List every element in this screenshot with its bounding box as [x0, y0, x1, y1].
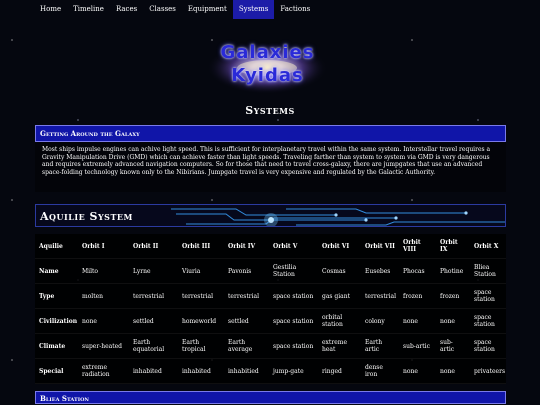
nav-classes[interactable]: Classes: [143, 0, 182, 19]
table-cell: gas giant: [318, 283, 361, 309]
column-header: Orbit II: [129, 234, 178, 259]
table-cell: inhabitied: [224, 358, 269, 384]
table-cell: Phocas: [399, 258, 436, 284]
column-header: Orbit VI: [318, 234, 361, 259]
logo-line-1: Galaxies: [220, 42, 315, 63]
table-cell: Lyrne: [129, 258, 178, 284]
table-cell: Milto: [78, 258, 129, 284]
table-cell: space station: [269, 333, 318, 359]
table-cell: Earth average: [224, 333, 269, 359]
table-cell: Earth equatorial: [129, 333, 178, 359]
row-header: Special: [35, 358, 78, 384]
aquilie-title: Aquilie System: [40, 210, 133, 223]
column-header: Orbit IX: [436, 234, 470, 259]
intro-heading: Getting Around the Galaxy: [35, 125, 506, 142]
table-cell: extreme heat: [318, 333, 361, 359]
intro-text: Most ships impulse engines can achive li…: [42, 146, 491, 176]
nav-equipment[interactable]: Equipment: [182, 0, 233, 19]
table-cell: sub-artic: [436, 333, 470, 359]
column-header: Orbit IV: [224, 234, 269, 259]
table-row: Name Milto Lyrne Viuria Pavonis Gestilia…: [35, 258, 506, 284]
table-row: Special extreme radiation inhabited inha…: [35, 358, 506, 384]
nav-factions[interactable]: Factions: [274, 0, 316, 19]
table-cell: Gestilia Station: [269, 258, 318, 284]
column-header: Aquilie: [35, 234, 78, 259]
table-cell: none: [436, 308, 470, 334]
column-header: Orbit VIII: [399, 234, 436, 259]
table-cell: none: [78, 308, 129, 334]
table-cell: ringed: [318, 358, 361, 384]
column-header: Orbit X: [470, 234, 506, 259]
table-cell: Viuria: [178, 258, 224, 284]
row-header: Climate: [35, 333, 78, 359]
table-cell: super-heated: [78, 333, 129, 359]
column-header: Orbit VII: [361, 234, 399, 259]
page-title: Systems: [245, 104, 295, 117]
table-cell: terrestrial: [178, 283, 224, 309]
table-cell: molten: [78, 283, 129, 309]
table-cell: Bliea Station: [470, 258, 506, 284]
table-cell: inhabited: [178, 358, 224, 384]
bliea-station-heading: Bliea Station: [35, 391, 506, 404]
table-cell: Photine: [436, 258, 470, 284]
nav-home[interactable]: Home: [34, 0, 67, 19]
table-cell: sub-artic: [399, 333, 436, 359]
column-header: Orbit I: [78, 234, 129, 259]
table-cell: Earth tropical: [178, 333, 224, 359]
column-header: Orbit V: [269, 234, 318, 259]
table-cell: none: [436, 358, 470, 384]
row-header: Civilization: [35, 308, 78, 334]
table-cell: inhabited: [129, 358, 178, 384]
aquilie-banner: Aquilie System: [35, 204, 506, 227]
nav-races[interactable]: Races: [110, 0, 143, 19]
table-cell: Eusebes: [361, 258, 399, 284]
table-cell: none: [399, 308, 436, 334]
table-cell: space station: [470, 308, 506, 334]
table-cell: orbital station: [318, 308, 361, 334]
table-cell: Earth artic: [361, 333, 399, 359]
table-cell: terrestrial: [361, 283, 399, 309]
table-row: Climate super-heated Earth equatorial Ea…: [35, 333, 506, 359]
table-cell: space station: [470, 333, 506, 359]
table-cell: colony: [361, 308, 399, 334]
row-header: Name: [35, 258, 78, 284]
table-cell: dense iron: [361, 358, 399, 384]
table-cell: extreme radiation: [78, 358, 129, 384]
table-cell: settled: [129, 308, 178, 334]
nav-timeline[interactable]: Timeline: [67, 0, 110, 19]
table-cell: none: [399, 358, 436, 384]
table-cell: Cosmas: [318, 258, 361, 284]
table-cell: space station: [269, 308, 318, 334]
table-cell: terrestrial: [224, 283, 269, 309]
aquilie-table: Aquilie Orbit I Orbit II Orbit III Orbit…: [35, 234, 506, 384]
table-cell: terrestrial: [129, 283, 178, 309]
column-header: Orbit III: [178, 234, 224, 259]
top-nav: Home Timeline Races Classes Equipment Sy…: [34, 0, 316, 19]
table-cell: homeworld: [178, 308, 224, 334]
table-header-row: Aquilie Orbit I Orbit II Orbit III Orbit…: [35, 234, 506, 259]
table-cell: space station: [470, 283, 506, 309]
table-cell: frozen: [399, 283, 436, 309]
site-logo[interactable]: Galaxies Kyidas: [205, 36, 330, 96]
table-cell: jump-gate: [269, 358, 318, 384]
row-header: Type: [35, 283, 78, 309]
intro-panel: Getting Around the Galaxy Most ships imp…: [35, 125, 506, 192]
table-cell: Pavonis: [224, 258, 269, 284]
table-cell: space station: [269, 283, 318, 309]
table-cell: settled: [224, 308, 269, 334]
table-row: Type molten terrestrial terrestrial terr…: [35, 283, 506, 309]
table-cell: frozen: [436, 283, 470, 309]
nav-systems[interactable]: Systems: [232, 0, 275, 19]
table-cell: privateers: [470, 358, 506, 384]
logo-line-2: Kyidas: [231, 65, 304, 86]
table-row: Civilization none settled homeworld sett…: [35, 308, 506, 334]
